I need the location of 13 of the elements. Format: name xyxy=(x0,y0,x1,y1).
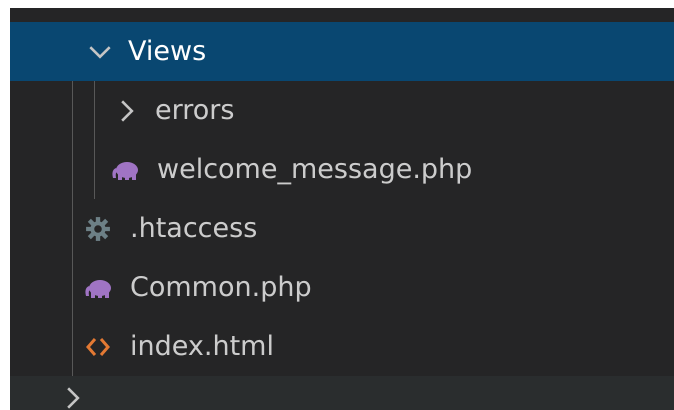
file-row[interactable]: index.html xyxy=(10,317,674,376)
folder-name: errors xyxy=(155,95,234,126)
folder-row[interactable]: Views xyxy=(10,22,674,81)
file-row[interactable]: welcome_message.php xyxy=(10,140,674,199)
folder-name: Views xyxy=(128,36,206,67)
file-row[interactable]: .htaccess xyxy=(10,199,674,258)
file-name: .htaccess xyxy=(130,213,258,244)
file-name: welcome_message.php xyxy=(157,154,472,185)
file-name: Common.php xyxy=(130,272,312,303)
folder-row[interactable]: errors xyxy=(10,81,674,140)
file-name: index.html xyxy=(130,331,274,362)
file-row[interactable]: Common.php xyxy=(10,258,674,317)
gear-icon xyxy=(85,216,111,242)
